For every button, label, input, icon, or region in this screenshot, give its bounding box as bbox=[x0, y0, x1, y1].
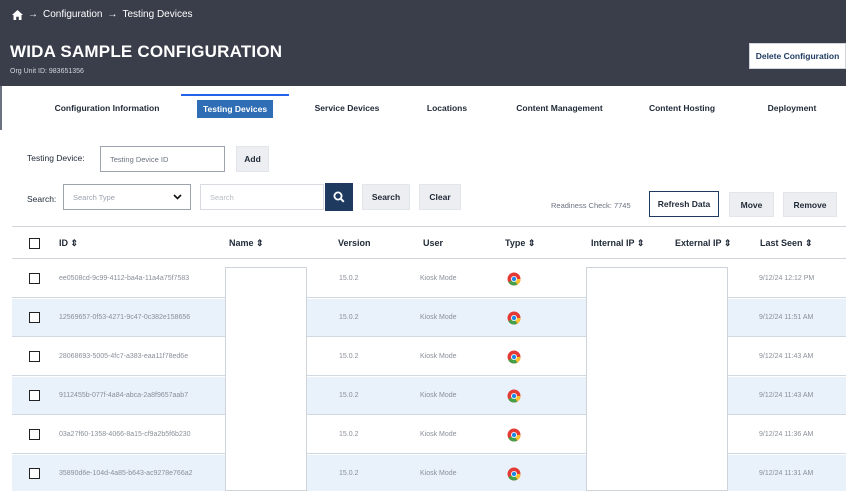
chrome-icon bbox=[507, 389, 521, 403]
device-last-seen: 9/12/24 11:43 AM bbox=[759, 392, 814, 399]
device-user: Kiosk Mode bbox=[420, 275, 457, 282]
device-last-seen: 9/12/24 11:31 AM bbox=[759, 470, 814, 477]
column-user-header: User bbox=[423, 238, 444, 248]
column-internal-ip-header[interactable]: Internal IP ⇕ bbox=[591, 238, 644, 249]
remove-button[interactable]: Remove bbox=[783, 192, 837, 217]
device-version: 15.0.2 bbox=[339, 314, 359, 321]
breadcrumb-separator-icon: → bbox=[107, 9, 118, 20]
sort-icon: ⇕ bbox=[70, 238, 79, 248]
device-version: 15.0.2 bbox=[339, 275, 359, 282]
device-last-seen: 9/12/24 11:51 AM bbox=[759, 314, 814, 321]
search-input[interactable]: Search bbox=[200, 184, 324, 210]
column-external-ip-header[interactable]: External IP ⇕ bbox=[675, 238, 731, 249]
search-type-select[interactable]: Search Type bbox=[63, 184, 191, 210]
breadcrumb-separator-icon: → bbox=[28, 9, 38, 20]
org-unit-id: Org Unit ID: 983651356 bbox=[10, 68, 84, 75]
column-id-header[interactable]: ID ⇕ bbox=[59, 238, 78, 249]
sort-icon: ⇕ bbox=[527, 238, 536, 248]
chrome-icon bbox=[507, 350, 521, 364]
home-icon[interactable] bbox=[12, 9, 23, 20]
device-id: ee0508cd-9c99-4112-ba4a-11a4a75f7583 bbox=[59, 275, 190, 282]
tab-service-devices[interactable]: Service Devices bbox=[302, 94, 392, 122]
tab-deployment[interactable]: Deployment bbox=[752, 94, 832, 122]
readiness-check-text: Readiness Check: 7745 bbox=[551, 201, 631, 210]
device-last-seen: 9/12/24 11:36 AM bbox=[759, 431, 814, 438]
device-user: Kiosk Mode bbox=[420, 431, 457, 438]
chrome-icon bbox=[507, 428, 521, 442]
device-version: 15.0.2 bbox=[339, 353, 359, 360]
device-version: 15.0.2 bbox=[339, 431, 359, 438]
device-user: Kiosk Mode bbox=[420, 470, 457, 477]
device-user: Kiosk Mode bbox=[420, 392, 457, 399]
sort-icon: ⇕ bbox=[723, 238, 732, 248]
device-version: 15.0.2 bbox=[339, 470, 359, 477]
device-user: Kiosk Mode bbox=[420, 314, 457, 321]
search-label: Search: bbox=[27, 194, 57, 204]
redacted-name-block bbox=[225, 267, 307, 491]
table-header: ID ⇕ Name ⇕ Version User Type ⇕ Internal… bbox=[12, 226, 846, 259]
device-id: 03a27f60-1358-4066-8a15-cf9a2b5f6b230 bbox=[59, 431, 191, 438]
select-all-checkbox[interactable] bbox=[29, 238, 40, 249]
search-icon[interactable] bbox=[325, 183, 353, 211]
move-button[interactable]: Move bbox=[729, 192, 774, 217]
delete-configuration-button[interactable]: Delete Configuration bbox=[749, 43, 846, 69]
redacted-ip-block bbox=[586, 267, 728, 491]
search-type-value: Search Type bbox=[73, 192, 115, 202]
row-checkbox[interactable] bbox=[29, 273, 40, 284]
clear-button[interactable]: Clear bbox=[419, 184, 461, 210]
column-last-seen-header[interactable]: Last Seen ⇕ bbox=[760, 238, 813, 249]
search-button[interactable]: Search bbox=[362, 184, 410, 210]
breadcrumb-testing-devices: Testing Devices bbox=[122, 9, 193, 20]
testing-device-input[interactable]: Testing Device ID bbox=[100, 146, 225, 172]
chrome-icon bbox=[507, 311, 521, 325]
device-last-seen: 9/12/24 11:43 AM bbox=[759, 353, 814, 360]
row-checkbox[interactable] bbox=[29, 390, 40, 401]
refresh-data-button[interactable]: Refresh Data bbox=[649, 191, 719, 217]
device-id: 35890d6e-104d-4a85-b643-ac9278e766a2 bbox=[59, 470, 193, 477]
tab-bar: Configuration Information Testing Device… bbox=[0, 86, 846, 130]
breadcrumb-configuration[interactable]: Configuration bbox=[43, 9, 102, 20]
testing-device-label: Testing Device: bbox=[27, 153, 85, 163]
device-id: 12569657-0f53-4271-9c47-0c382e158656 bbox=[59, 314, 191, 321]
sort-icon: ⇕ bbox=[636, 238, 645, 248]
column-type-header[interactable]: Type ⇕ bbox=[505, 238, 535, 249]
add-button[interactable]: Add bbox=[236, 146, 269, 172]
row-checkbox[interactable] bbox=[29, 429, 40, 440]
column-version-header: Version bbox=[338, 238, 371, 248]
device-id: 28068693-5005-4fc7-a383-eaa11f78ed6e bbox=[59, 353, 189, 360]
chrome-icon bbox=[507, 272, 521, 286]
page-header: → Configuration → Testing Devices WIDA S… bbox=[0, 0, 846, 86]
device-last-seen: 9/12/24 12:12 PM bbox=[759, 275, 815, 282]
chevron-down-icon bbox=[173, 193, 182, 202]
row-checkbox[interactable] bbox=[29, 312, 40, 323]
tab-content-hosting[interactable]: Content Hosting bbox=[637, 94, 727, 122]
sort-icon: ⇕ bbox=[805, 238, 813, 248]
chrome-icon bbox=[507, 467, 521, 481]
tab-testing-devices[interactable]: Testing Devices bbox=[181, 94, 289, 122]
breadcrumb: → Configuration → Testing Devices bbox=[12, 9, 193, 20]
tab-configuration-information[interactable]: Configuration Information bbox=[42, 94, 172, 122]
device-version: 15.0.2 bbox=[339, 392, 359, 399]
sort-icon: ⇕ bbox=[256, 238, 264, 248]
tab-content-management[interactable]: Content Management bbox=[502, 94, 617, 122]
page-title: WIDA SAMPLE CONFIGURATION bbox=[10, 42, 283, 61]
row-checkbox[interactable] bbox=[29, 351, 40, 362]
device-id: 9112455b-077f-4a84-abca-2a8f9657aab7 bbox=[59, 392, 189, 399]
device-user: Kiosk Mode bbox=[420, 353, 457, 360]
row-checkbox[interactable] bbox=[29, 468, 40, 479]
tab-locations[interactable]: Locations bbox=[412, 94, 482, 122]
column-name-header[interactable]: Name ⇕ bbox=[229, 238, 264, 249]
